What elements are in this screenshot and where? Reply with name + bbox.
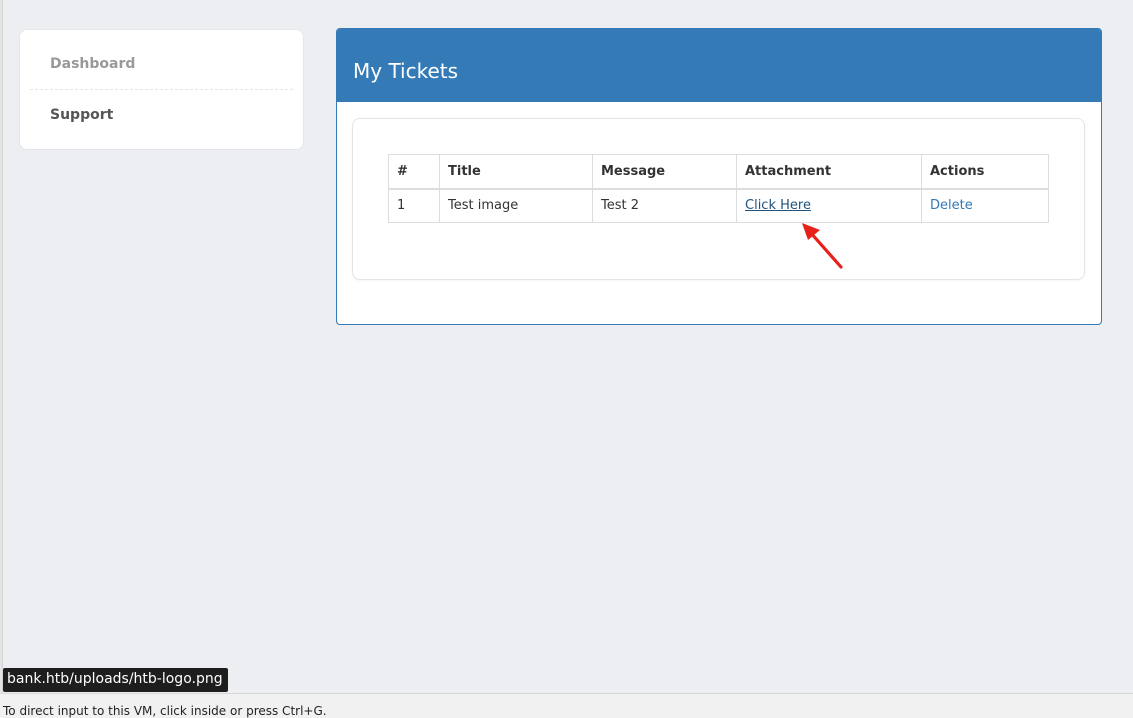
- tickets-panel: My Tickets # Title Message Attachment Ac…: [336, 28, 1102, 325]
- vm-status-bar: To direct input to this VM, click inside…: [0, 693, 1133, 718]
- vm-hint-text: To direct input to this VM, click inside…: [3, 704, 327, 718]
- column-header-number: #: [388, 154, 440, 190]
- column-header-actions: Actions: [921, 154, 1049, 190]
- column-header-message: Message: [592, 154, 737, 190]
- sidebar-item-support[interactable]: Support: [50, 107, 113, 123]
- page-title: My Tickets: [353, 59, 459, 83]
- cell-actions: Delete: [921, 188, 1049, 223]
- column-header-title: Title: [439, 154, 593, 190]
- panel-heading: My Tickets: [337, 29, 1101, 102]
- sidebar-item-dashboard[interactable]: Dashboard: [50, 56, 135, 72]
- cell-message: Test 2: [592, 188, 737, 223]
- table-row: 1 Test image Test 2 Click Here Delete: [388, 188, 1049, 223]
- sidebar: Dashboard Support: [19, 29, 304, 150]
- table-header-row: # Title Message Attachment Actions: [388, 154, 1049, 190]
- annotation-arrow-icon: [802, 223, 843, 269]
- cell-title: Test image: [439, 188, 593, 223]
- delete-link[interactable]: Delete: [930, 198, 973, 213]
- tickets-table: # Title Message Attachment Actions 1 Tes…: [388, 154, 1049, 223]
- column-header-attachment: Attachment: [736, 154, 922, 190]
- cell-number: 1: [388, 188, 440, 223]
- window-left-edge: [0, 0, 3, 693]
- attachment-link[interactable]: Click Here: [745, 198, 811, 213]
- status-url-tooltip: bank.htb/uploads/htb-logo.png: [3, 668, 228, 692]
- tickets-card: # Title Message Attachment Actions 1 Tes…: [352, 118, 1085, 280]
- sidebar-divider: [30, 89, 293, 90]
